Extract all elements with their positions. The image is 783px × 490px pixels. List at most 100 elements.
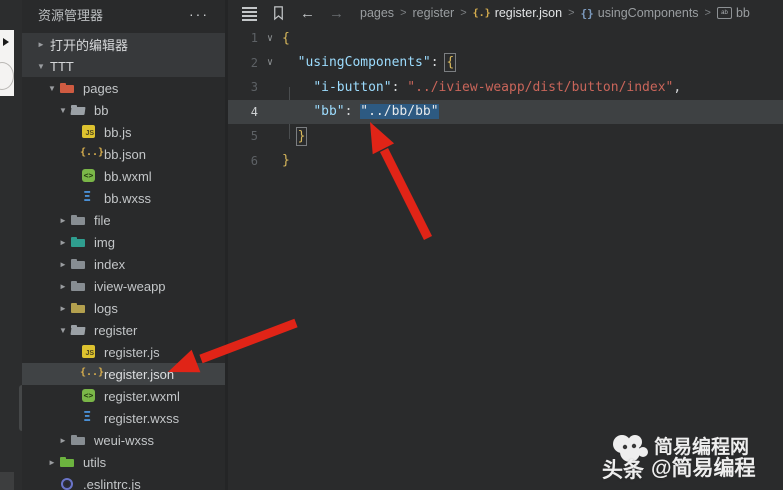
code-text: "bb": "../bb/bb" <box>282 104 439 120</box>
tree-item-file[interactable]: file <box>22 209 225 231</box>
back-arrow-icon[interactable]: ← <box>300 5 315 22</box>
tree-item-label: file <box>94 212 111 228</box>
tree-item-logs[interactable]: logs <box>22 297 225 319</box>
tree-item-label: register.json <box>104 366 175 382</box>
chevron-right-icon <box>34 40 48 49</box>
wxss-icon <box>80 410 98 426</box>
breadcrumb-item-register-json[interactable]: {.} register.json <box>473 6 562 20</box>
tree-section-打开的编辑器[interactable]: 打开的编辑器 <box>22 33 225 55</box>
token-pun: , <box>673 79 682 95</box>
tree-item-utils[interactable]: utils <box>22 451 225 473</box>
tree-item-bb-json[interactable]: bb.json <box>22 143 225 165</box>
tree-item-register[interactable]: register <box>22 319 225 341</box>
play-triangle-icon <box>3 38 9 46</box>
tree-item-label: weui-wxss <box>94 432 154 448</box>
explorer-sidebar: 资源管理器 ··· 打开的编辑器 TTT pages bb bb.js bb.json bb… <box>22 0 225 490</box>
fold-chevron-icon[interactable] <box>258 57 282 68</box>
breadcrumb-label: pages <box>360 6 395 20</box>
breadcrumb-label: register <box>412 6 455 20</box>
code-line-1[interactable]: 1{ <box>228 26 783 51</box>
line-number: 2 <box>250 55 258 70</box>
folder-open-icon <box>70 322 88 338</box>
js-icon <box>80 124 98 140</box>
code-text: { <box>282 31 290 46</box>
background-window-edge <box>0 30 14 96</box>
chevron-down-icon <box>56 106 70 115</box>
tree-item-img[interactable]: img <box>22 231 225 253</box>
more-actions-button[interactable]: ··· <box>189 0 209 28</box>
line-number: 6 <box>250 153 258 168</box>
tree-item-label: logs <box>94 300 118 316</box>
tree-item-label: bb.json <box>104 146 146 162</box>
code-line-2[interactable]: 2 "usingComponents": { <box>228 51 783 76</box>
json-icon <box>80 146 104 162</box>
breadcrumb-item-usingcomponents[interactable]: {} usingComponents <box>581 6 699 20</box>
watermark-text-account: @简易编程 <box>651 457 756 480</box>
json-icon <box>80 366 104 382</box>
tree-item-weui-wxss[interactable]: weui-wxss <box>22 429 225 451</box>
object-icon: {} <box>580 6 594 20</box>
token-ws <box>282 55 298 70</box>
code-text: "usingComponents": { <box>282 53 457 73</box>
tree-item-register-wxml[interactable]: register.wxml <box>22 385 225 407</box>
tree-item-label: img <box>94 234 115 250</box>
watermark-text-platform: 头条 <box>602 459 644 482</box>
tree-item-bb-wxml[interactable]: bb.wxml <box>22 165 225 187</box>
line-number: 5 <box>250 129 258 144</box>
chevron-right-icon <box>45 458 59 467</box>
json-file-icon: {.} <box>472 7 491 19</box>
wxss-icon <box>80 190 98 206</box>
code-line-6[interactable]: 6} <box>228 149 783 174</box>
tree-item-register-js[interactable]: register.js <box>22 341 225 363</box>
line-number: 4 <box>250 104 258 119</box>
code-editor[interactable]: 1{2 "usingComponents": {3 "i-button": ".… <box>228 26 783 490</box>
breadcrumb-label: register.json <box>494 6 563 20</box>
breadcrumb-item-pages[interactable]: pages <box>360 6 394 20</box>
tree-item-pages[interactable]: pages <box>22 77 225 99</box>
code-line-3[interactable]: 3 "i-button": "../iview-weapp/dist/butto… <box>228 75 783 100</box>
tree-item-label: bb.wxss <box>104 190 151 206</box>
tree-item-register-wxss[interactable]: register.wxss <box>22 407 225 429</box>
code-line-5[interactable]: 5 } <box>228 124 783 149</box>
breadcrumb-label: usingComponents <box>597 6 699 20</box>
tree-item-label: iview-weapp <box>94 278 166 294</box>
breadcrumb-separator: > <box>704 7 711 19</box>
tree-item-register-json[interactable]: register.json <box>22 363 225 385</box>
tree-item-label: .eslintrc.js <box>83 476 141 490</box>
tree-item-eslintrc-js[interactable]: .eslintrc.js <box>22 473 225 490</box>
forward-arrow-icon[interactable]: → <box>329 5 344 22</box>
token-brace: { <box>444 53 457 73</box>
chevron-down-icon <box>34 62 48 71</box>
js-icon <box>80 344 98 360</box>
breadcrumb-item-bb[interactable]: ab bb <box>716 6 750 20</box>
tree-item-iview-weapp[interactable]: iview-weapp <box>22 275 225 297</box>
app-window: 资源管理器 ··· 打开的编辑器 TTT pages bb bb.js bb.json bb… <box>0 0 783 490</box>
tree-item-bb[interactable]: bb <box>22 99 225 121</box>
tree-item-label: register <box>94 322 138 338</box>
explorer-title: 资源管理器 <box>38 8 104 23</box>
tree-item-bb-wxss[interactable]: bb.wxss <box>22 187 225 209</box>
editor-pane: ← → pages > register > {.} register.json >{} us… <box>225 0 783 490</box>
explorer-header: 资源管理器 ··· <box>22 0 225 31</box>
folder-img-icon <box>70 234 88 250</box>
wxml-icon <box>80 168 98 184</box>
token-brace: } <box>282 153 290 169</box>
folder-logs-icon <box>70 300 88 316</box>
chevron-right-icon <box>56 260 70 269</box>
chevron-right-icon <box>56 304 70 313</box>
fold-chevron-icon[interactable] <box>258 33 282 44</box>
code-text: } <box>282 126 308 146</box>
breadcrumb-item-register[interactable]: register <box>413 6 455 20</box>
code-line-4[interactable]: 4 "bb": "../bb/bb" <box>228 99 783 124</box>
tree-item-bb-js[interactable]: bb.js <box>22 121 225 143</box>
tree-section-ttt[interactable]: TTT <box>22 55 225 77</box>
token-key: "usingComponents" <box>297 55 431 71</box>
token-key: "i-button" <box>313 79 392 95</box>
token-ws <box>282 129 298 144</box>
folder-icon <box>70 432 88 448</box>
bookmark-icon[interactable] <box>271 5 286 21</box>
eslint-icon <box>59 476 77 490</box>
tree-item-index[interactable]: index <box>22 253 225 275</box>
breadcrumb-separator: > <box>568 7 575 19</box>
token-ws <box>282 80 313 95</box>
